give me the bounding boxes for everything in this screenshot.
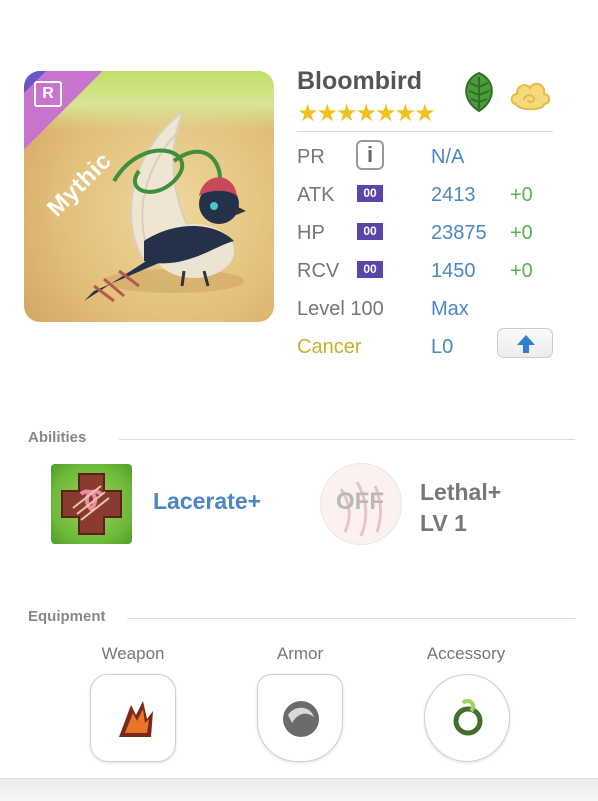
hp-bonus: +0 (510, 222, 533, 244)
abilities-title: Abilities (28, 429, 87, 446)
active-ability-name[interactable]: Lacerate+ (153, 488, 261, 515)
cloud-icon (510, 82, 551, 111)
atk-bonus: +0 (510, 184, 533, 206)
header-divider (297, 131, 553, 132)
rcv-bonus: +0 (510, 260, 533, 282)
star-rating: ★★★★★★★ (297, 100, 436, 127)
equipment-title: Equipment (28, 608, 106, 625)
leaf-icon (465, 71, 493, 113)
accessory-slot[interactable] (424, 674, 510, 762)
arrow-up-icon (517, 335, 535, 353)
bottom-bar (0, 778, 598, 801)
hp-value: 23875 (431, 222, 487, 244)
hp-label: HP (297, 222, 325, 244)
accessory-label: Accessory (426, 644, 506, 663)
equipment-divider (127, 618, 575, 619)
upgrade-button[interactable] (497, 328, 553, 358)
weapon-slot[interactable] (90, 674, 176, 762)
rcv-value: 1450 (431, 260, 476, 282)
armor-slot[interactable] (257, 674, 343, 762)
cross-claw-icon (61, 473, 122, 535)
accessory-ring-icon (453, 698, 483, 736)
weapon-flame-icon (119, 701, 153, 737)
level-value: Max (431, 298, 469, 320)
atk-value: 2413 (431, 184, 476, 206)
leader-ability-level: LV 1 (420, 510, 467, 536)
weapon-label: Weapon (101, 644, 165, 663)
rank-badge: R (34, 81, 62, 107)
monster-portrait[interactable]: Mythic R ♋ (24, 71, 274, 322)
info-button[interactable]: i (356, 140, 384, 170)
zodiac-sign-label: Cancer (297, 336, 362, 358)
monster-name: Bloombird (297, 67, 422, 95)
pr-value: N/A (431, 146, 465, 168)
leader-ability-name[interactable]: Lethal+ LV 1 (420, 477, 501, 539)
hp-plus-tag: 00 (357, 223, 383, 240)
abilities-divider (119, 439, 575, 440)
atk-plus-tag: 00 (357, 185, 383, 202)
armor-orb-icon (283, 701, 319, 737)
level-label: Level 100 (297, 298, 384, 320)
rcv-label: RCV (297, 260, 340, 282)
leader-ability-status: OFF (336, 488, 384, 515)
lacerate-ability-icon[interactable] (51, 464, 132, 544)
leader-ability-title: Lethal+ (420, 479, 502, 505)
atk-label: ATK (297, 184, 335, 206)
armor-label: Armor (276, 644, 324, 663)
rcv-plus-tag: 00 (357, 261, 383, 278)
zodiac-level-value: L0 (431, 336, 454, 358)
pr-label: PR (297, 146, 325, 168)
